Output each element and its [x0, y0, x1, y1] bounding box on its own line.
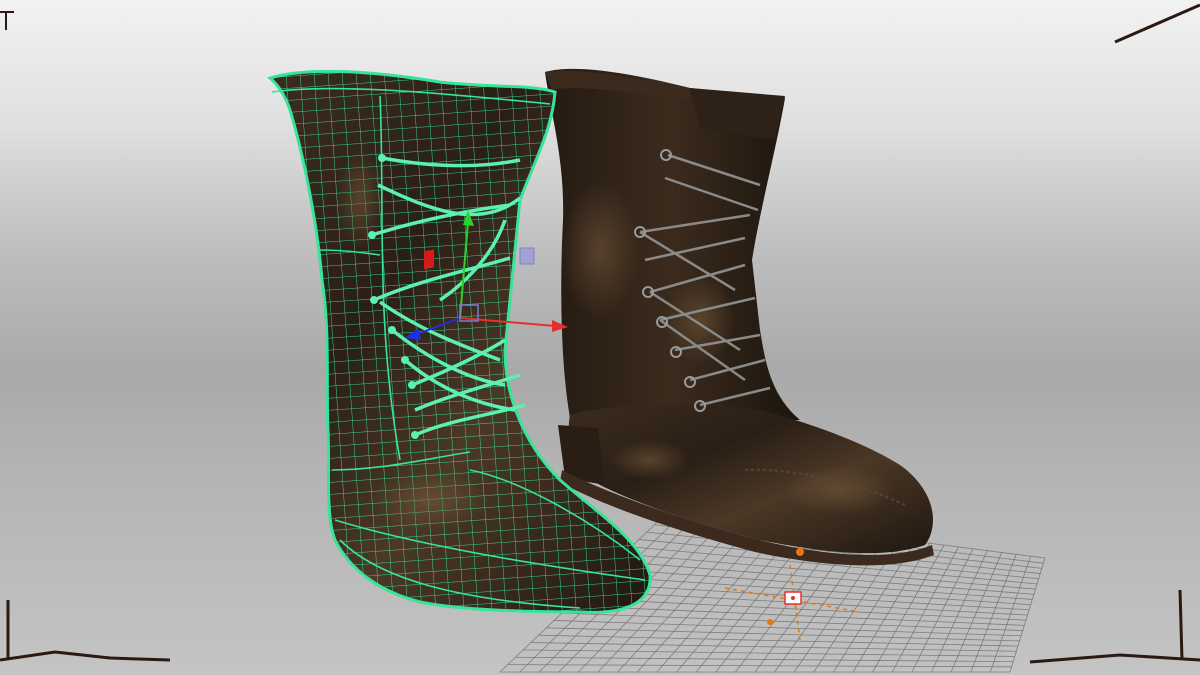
gizmo-xy-plane-handle[interactable] — [519, 247, 535, 265]
textured-boot[interactable] — [545, 68, 934, 566]
3d-viewport[interactable] — [0, 0, 1200, 675]
scene-canvas[interactable] — [0, 0, 1200, 675]
gizmo-yz-plane-handle[interactable] — [424, 249, 434, 270]
pivot-point[interactable] — [796, 548, 804, 556]
